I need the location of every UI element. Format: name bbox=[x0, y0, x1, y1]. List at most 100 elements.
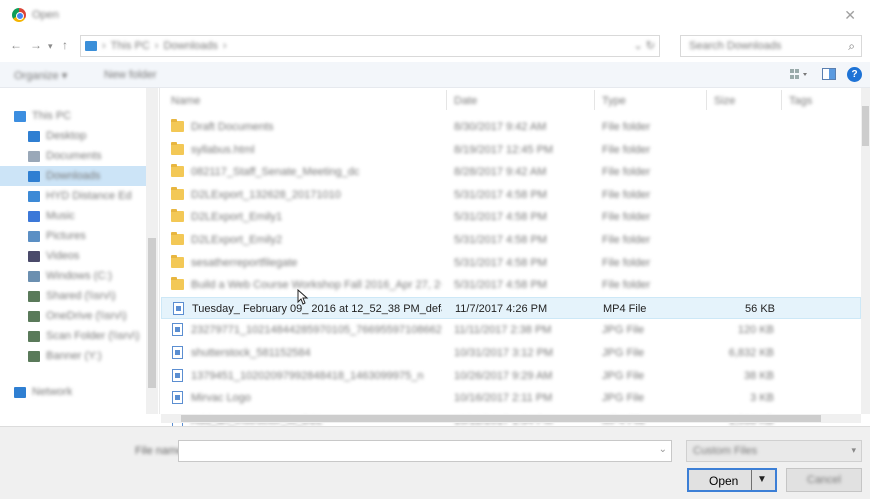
file-name-input[interactable]: ⌄ bbox=[178, 440, 672, 462]
file-row[interactable]: Tuesday_ February 09_ 2016 at 12_52_38 P… bbox=[161, 296, 861, 319]
file-row[interactable]: syllabus.html 8/19/2017 12:45 PM File fold… bbox=[161, 139, 861, 161]
file-list-scrollbar[interactable] bbox=[861, 88, 870, 414]
this-pc-icon bbox=[85, 41, 97, 51]
sidebar-item-hyd-distance[interactable]: HYD Distance Ed bbox=[0, 186, 146, 206]
column-header-tags[interactable]: Tags bbox=[789, 88, 812, 112]
open-button[interactable]: Open ▼ bbox=[687, 468, 777, 492]
breadcrumb-this-pc[interactable]: This PC bbox=[111, 40, 150, 52]
network-drive-icon bbox=[28, 350, 40, 362]
view-options-icon[interactable] bbox=[790, 68, 807, 80]
file-row[interactable]: D2LExport_Emily2 5/31/2017 4:58 PM File fo… bbox=[161, 229, 861, 251]
file-name: Draft Documents bbox=[191, 121, 274, 133]
file-size: 120 KB bbox=[737, 324, 774, 337]
file-type: File folder bbox=[602, 279, 651, 292]
dialog-footer: File name: ⌄ Custom Files ▾ Open ▼ Cance… bbox=[0, 426, 870, 499]
file-size: 56 KB bbox=[745, 302, 775, 315]
file-row[interactable]: Draft Documents 8/30/2017 9:42 AM File fol… bbox=[161, 116, 861, 138]
file-type: File folder bbox=[602, 166, 651, 179]
pictures-icon bbox=[28, 230, 40, 242]
refresh-button[interactable]: ⌄ ↻ bbox=[634, 39, 656, 52]
folder-icon bbox=[171, 141, 184, 155]
network-drive-icon bbox=[28, 290, 40, 302]
file-name: sesatherreportfilegate bbox=[191, 256, 298, 269]
file-date: 8/30/2017 9:42 AM bbox=[454, 121, 547, 133]
file-date: 5/31/2017 4:58 PM bbox=[454, 256, 547, 269]
file-row[interactable]: 23279771_10214844285970105_7669559710866… bbox=[161, 319, 861, 341]
help-icon[interactable]: ? bbox=[847, 67, 862, 82]
file-icon bbox=[172, 323, 183, 337]
file-type: JPG File bbox=[602, 369, 645, 382]
file-row[interactable]: Build a Web Course Workshop Fall 2016_Ap… bbox=[161, 274, 861, 296]
sidebar-item-network-drive[interactable]: Scan Folder (\\srv\) bbox=[0, 326, 146, 346]
column-header-date[interactable]: Date bbox=[454, 88, 477, 112]
forward-button[interactable]: → bbox=[30, 38, 42, 52]
downloads-icon bbox=[28, 170, 40, 182]
file-type-select[interactable]: Custom Files ▾ bbox=[686, 440, 862, 462]
recent-locations-icon[interactable]: ▾ bbox=[48, 41, 53, 52]
file-date: 8/19/2017 12:45 PM bbox=[454, 143, 554, 156]
file-row[interactable]: 1379451_10202097992848418_1463099975_n 10… bbox=[161, 365, 861, 387]
sidebar-item-this-pc[interactable]: This PC bbox=[0, 106, 146, 126]
folder-icon bbox=[171, 277, 184, 291]
computer-icon bbox=[14, 110, 26, 122]
breadcrumb-downloads[interactable]: Downloads bbox=[163, 40, 217, 52]
drive-icon bbox=[28, 270, 40, 282]
cancel-button[interactable]: Cancel bbox=[786, 468, 862, 492]
sidebar-item-desktop[interactable]: Desktop bbox=[0, 126, 146, 146]
address-bar[interactable]: › This PC › Downloads › ⌄ ↻ bbox=[80, 35, 660, 57]
horizontal-scroll-thumb[interactable] bbox=[181, 415, 821, 422]
close-icon[interactable]: ✕ bbox=[844, 7, 856, 24]
chevron-down-icon: ▾ bbox=[851, 445, 856, 455]
file-type: JPG File bbox=[602, 347, 645, 359]
file-row[interactable]: 082117_Staff_Senate_Meeting_dc 8/28/2017 … bbox=[161, 161, 861, 183]
file-icon bbox=[172, 346, 183, 359]
horizontal-scrollbar[interactable] bbox=[161, 414, 861, 423]
column-header-type[interactable]: Type bbox=[602, 88, 626, 112]
folder-icon bbox=[171, 164, 184, 178]
folder-icon bbox=[171, 254, 184, 268]
file-date: 10/16/2017 2:11 PM bbox=[454, 392, 553, 405]
file-type: File folder bbox=[602, 256, 651, 269]
sidebar-item-network[interactable]: Network bbox=[0, 382, 146, 402]
back-button[interactable]: ← bbox=[10, 38, 22, 52]
file-row[interactable]: D2LExport_Emily1 5/31/2017 4:58 PM File fo… bbox=[161, 206, 861, 228]
folder-icon bbox=[171, 209, 184, 223]
file-icon bbox=[172, 391, 183, 405]
preview-pane-icon[interactable] bbox=[822, 68, 836, 80]
file-row[interactable]: sesatherreportfilegate 5/31/2017 4:58 PM F… bbox=[161, 252, 861, 274]
organize-menu[interactable]: Organize ▾ bbox=[14, 69, 67, 82]
sidebar-item-network-drive[interactable]: Banner (Y:) bbox=[0, 346, 146, 366]
file-date: 11/11/2017 2:38 PM bbox=[454, 324, 552, 337]
sidebar-item-windows-c[interactable]: Windows (C:) bbox=[0, 266, 146, 286]
sidebar-scrollbar[interactable] bbox=[146, 88, 158, 414]
file-row[interactable]: D2LExport_132628_20171010 5/31/2017 4:58 … bbox=[161, 184, 861, 206]
new-folder-button[interactable]: New folder bbox=[104, 69, 157, 81]
open-dropdown-icon[interactable]: ▼ bbox=[757, 474, 767, 485]
file-date: 5/31/2017 4:58 PM bbox=[454, 234, 547, 246]
file-row[interactable]: Mirvac Logo 10/16/2017 2:11 PM JPG File 3 K… bbox=[161, 387, 861, 409]
sidebar-item-documents[interactable]: Documents bbox=[0, 146, 146, 166]
column-header-size[interactable]: Size bbox=[714, 88, 735, 112]
file-name: D2LExport_Emily1 bbox=[191, 211, 283, 224]
search-input[interactable]: Search Downloads ⌕ bbox=[680, 35, 862, 57]
documents-icon bbox=[28, 150, 40, 162]
file-type: JPG File bbox=[602, 392, 645, 405]
file-row[interactable]: shutterstock_581152584 10/31/2017 3:12 PM… bbox=[161, 342, 861, 364]
network-drive-icon bbox=[28, 330, 40, 342]
sidebar-item-pictures[interactable]: Pictures bbox=[0, 226, 146, 246]
sidebar-item-videos[interactable]: Videos bbox=[0, 246, 146, 266]
sidebar-item-network-drive[interactable]: Shared (\\srv\) bbox=[0, 286, 146, 306]
folder-icon bbox=[28, 190, 40, 202]
file-type: File folder bbox=[602, 211, 651, 224]
file-list-scroll-thumb[interactable] bbox=[862, 106, 869, 146]
sidebar-scroll-thumb[interactable] bbox=[148, 238, 156, 388]
file-date: 5/31/2017 4:58 PM bbox=[454, 211, 547, 224]
sidebar-item-downloads[interactable]: Downloads bbox=[0, 166, 146, 186]
up-button[interactable]: ↑ bbox=[62, 38, 68, 52]
sidebar-item-network-drive[interactable]: OneDrive (\\srv\) bbox=[0, 306, 146, 326]
chevron-down-icon[interactable]: ⌄ bbox=[659, 444, 667, 455]
file-type: File folder bbox=[602, 121, 651, 133]
sidebar-item-music[interactable]: Music bbox=[0, 206, 146, 226]
column-header-name[interactable]: Name bbox=[171, 88, 200, 112]
navigation-pane: This PC Desktop Documents Downloads HYD … bbox=[0, 88, 160, 414]
